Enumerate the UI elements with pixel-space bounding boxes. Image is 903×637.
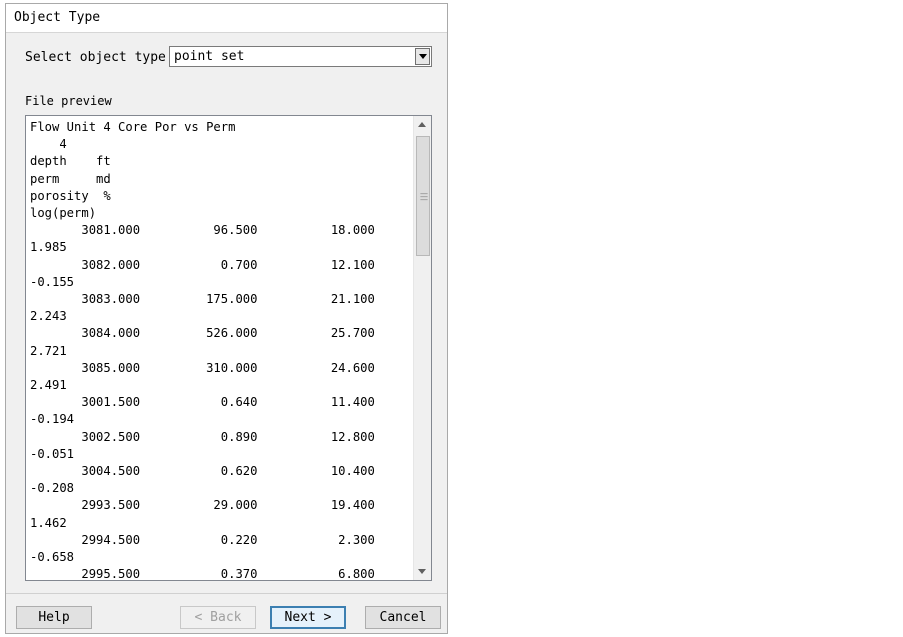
help-button[interactable]: Help [16, 606, 92, 629]
scrollbar-thumb[interactable]: — — — [416, 136, 430, 256]
file-preview-text: Flow Unit 4 Core Por vs Perm 4 depth ft … [30, 120, 375, 581]
dialog-title-bar: Object Type [6, 4, 447, 33]
grip-icon: — — — [420, 189, 428, 204]
next-button[interactable]: Next > [270, 606, 346, 629]
file-preview-label: File preview [25, 94, 112, 108]
button-separator [6, 593, 447, 594]
object-type-value: point set [174, 49, 245, 64]
object-type-select[interactable]: point set [169, 46, 432, 67]
cancel-button[interactable]: Cancel [365, 606, 441, 629]
scroll-up-icon[interactable] [418, 122, 426, 127]
vertical-scrollbar[interactable]: — — — [413, 116, 431, 580]
object-type-label: Select object type [25, 50, 166, 65]
chevron-down-icon[interactable] [415, 48, 430, 65]
file-preview-box[interactable]: Flow Unit 4 Core Por vs Perm 4 depth ft … [25, 115, 432, 581]
back-button[interactable]: < Back [180, 606, 256, 629]
scroll-down-icon[interactable] [418, 569, 426, 574]
dialog-title: Object Type [14, 10, 101, 25]
object-type-dialog: Object Type Select object type point set… [5, 3, 448, 634]
